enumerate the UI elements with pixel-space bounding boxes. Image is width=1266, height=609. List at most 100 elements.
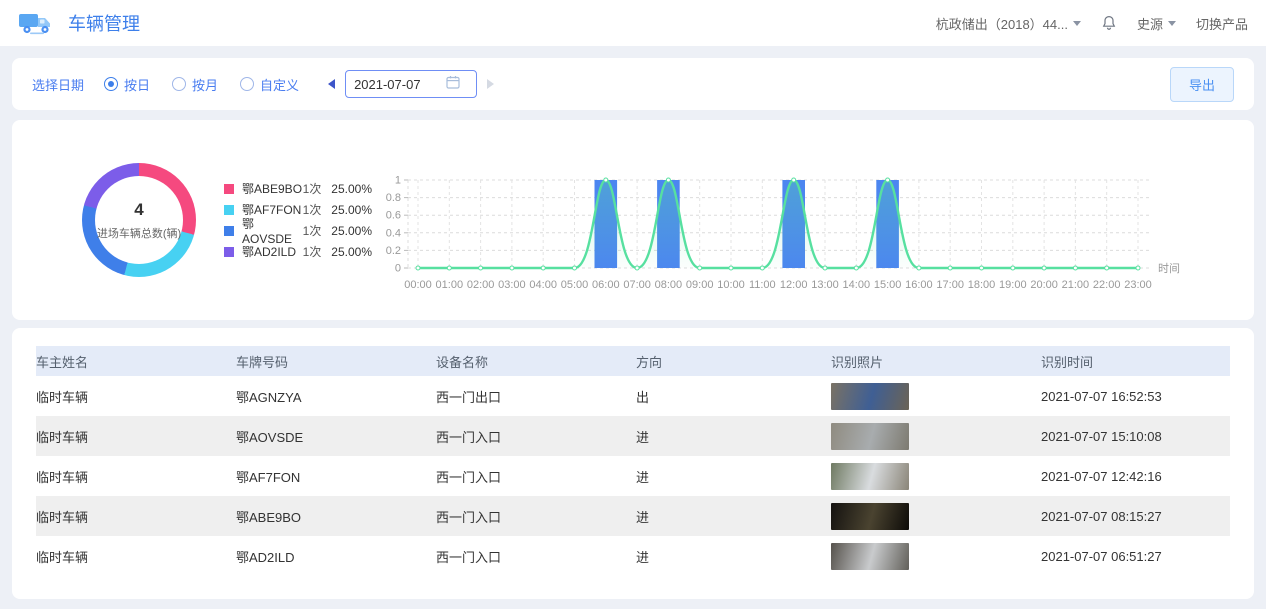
date-input[interactable] (354, 77, 446, 92)
donut-chart: 4 进场车辆总数(辆) (82, 163, 196, 277)
date-mode-radio-自定义[interactable]: 自定义 (240, 75, 299, 94)
device-name-cell: 西一门入口 (436, 496, 636, 536)
recognition-time-cell: 2021-07-07 08:15:27 (1041, 496, 1230, 536)
svg-text:10:00: 10:00 (717, 279, 745, 291)
table-header-row: 车主姓名 车牌号码 设备名称 方向 识别照片 识别时间 (36, 346, 1230, 376)
svg-text:23:00: 23:00 (1124, 279, 1152, 291)
legend-item[interactable]: 鄂AD2ILD1次25.00% (224, 241, 372, 262)
date-picker[interactable] (345, 70, 477, 98)
prev-date-arrow[interactable] (323, 79, 335, 89)
switch-product-link[interactable]: 切换产品 (1196, 14, 1248, 33)
svg-text:0.4: 0.4 (386, 227, 401, 239)
table-row: 临时车辆鄂AD2ILD西一门入口进2021-07-07 06:51:27 (36, 536, 1230, 576)
date-mode-radio-按月[interactable]: 按月 (172, 75, 218, 94)
svg-text:01:00: 01:00 (436, 279, 464, 291)
col-photo: 识别照片 (831, 346, 1041, 376)
owner-name-cell: 临时车辆 (36, 456, 236, 496)
org-selector[interactable]: 杭政储出（2018）44... (936, 14, 1081, 33)
legend-plate-label: 鄂ABE9BO (242, 180, 303, 197)
recognition-time-cell: 2021-07-07 12:42:16 (1041, 456, 1230, 496)
user-name: 史源 (1137, 14, 1163, 33)
table-row: 临时车辆鄂AF7FON西一门入口进2021-07-07 12:42:16 (36, 456, 1230, 496)
svg-text:13:00: 13:00 (811, 279, 839, 291)
col-time: 识别时间 (1041, 346, 1230, 376)
svg-text:00:00: 00:00 (404, 279, 432, 291)
svg-text:14:00: 14:00 (843, 279, 871, 291)
legend-item[interactable]: 鄂AOVSDE1次25.00% (224, 220, 372, 241)
legend-color-swatch (224, 226, 234, 236)
radio-icon (172, 77, 186, 91)
vehicle-photo[interactable] (831, 503, 909, 530)
export-button[interactable]: 导出 (1170, 67, 1234, 102)
vehicle-photo[interactable] (831, 383, 909, 410)
legend-count: 1次 (303, 222, 332, 239)
plate-number-cell: 鄂ABE9BO (236, 496, 436, 536)
svg-text:03:00: 03:00 (498, 279, 526, 291)
plate-number-cell: 鄂AD2ILD (236, 536, 436, 576)
app-header: 车辆管理 杭政储出（2018）44... 史源 切换产品 (0, 0, 1266, 46)
svg-text:1: 1 (395, 174, 401, 186)
svg-text:16:00: 16:00 (905, 279, 933, 291)
svg-text:04:00: 04:00 (529, 279, 557, 291)
device-name-cell: 西一门入口 (436, 456, 636, 496)
legend-count: 1次 (303, 180, 332, 197)
svg-text:0.8: 0.8 (386, 192, 401, 204)
owner-name-cell: 临时车辆 (36, 496, 236, 536)
hourly-traffic-chart: 00.20.40.60.8100:0001:0002:0003:0004:000… (372, 134, 1230, 307)
photo-cell (831, 536, 1041, 576)
svg-text:19:00: 19:00 (999, 279, 1027, 291)
vehicle-photo[interactable] (831, 423, 909, 450)
svg-text:0: 0 (395, 262, 401, 274)
legend-color-swatch (224, 247, 234, 257)
radio-label: 自定义 (260, 75, 299, 94)
device-name-cell: 西一门入口 (436, 536, 636, 576)
radio-label: 按月 (192, 75, 218, 94)
vehicle-photo[interactable] (831, 463, 909, 490)
svg-text:时间: 时间 (1158, 262, 1180, 275)
svg-text:15:00: 15:00 (874, 279, 902, 291)
next-date-arrow[interactable] (487, 79, 499, 89)
legend-percent: 25.00% (331, 182, 372, 196)
chevron-down-icon (1168, 21, 1176, 30)
legend-color-swatch (224, 205, 234, 215)
recognition-table: 车主姓名 车牌号码 设备名称 方向 识别照片 识别时间 临时车辆鄂AGNZYA西… (36, 346, 1230, 576)
svg-text:05:00: 05:00 (561, 279, 589, 291)
truck-icon (18, 10, 54, 36)
legend-plate-label: 鄂AD2ILD (242, 243, 303, 260)
table-row: 临时车辆鄂AOVSDE西一门入口进2021-07-07 15:10:08 (36, 416, 1230, 456)
photo-cell (831, 456, 1041, 496)
svg-text:12:00: 12:00 (780, 279, 808, 291)
svg-text:11:00: 11:00 (749, 279, 776, 291)
page-title: 车辆管理 (68, 10, 140, 36)
donut-legend: 鄂ABE9BO1次25.00%鄂AF7FON1次25.00%鄂AOVSDE1次2… (224, 178, 372, 262)
vehicle-photo[interactable] (831, 543, 909, 570)
date-mode-radio-按日[interactable]: 按日 (104, 75, 150, 94)
col-owner-name: 车主姓名 (36, 346, 236, 376)
recognition-table-card: 车主姓名 车牌号码 设备名称 方向 识别照片 识别时间 临时车辆鄂AGNZYA西… (12, 328, 1254, 599)
org-selector-label: 杭政储出（2018）44... (936, 14, 1068, 33)
svg-text:17:00: 17:00 (936, 279, 964, 291)
filter-bar: 选择日期 按日按月自定义 导出 (12, 58, 1254, 110)
svg-text:21:00: 21:00 (1062, 279, 1090, 291)
svg-text:09:00: 09:00 (686, 279, 714, 291)
table-row: 临时车辆鄂ABE9BO西一门入口进2021-07-07 08:15:27 (36, 496, 1230, 536)
device-name-cell: 西一门出口 (436, 376, 636, 416)
total-vehicles-label: 进场车辆总数(辆) (97, 225, 181, 241)
svg-text:07:00: 07:00 (623, 279, 651, 291)
recognition-time-cell: 2021-07-07 15:10:08 (1041, 416, 1230, 456)
user-menu[interactable]: 史源 (1137, 14, 1176, 33)
legend-item[interactable]: 鄂ABE9BO1次25.00% (224, 178, 372, 199)
col-direction: 方向 (636, 346, 831, 376)
svg-text:02:00: 02:00 (467, 279, 495, 291)
legend-plate-label: 鄂AOVSDE (242, 215, 303, 246)
col-plate-number: 车牌号码 (236, 346, 436, 376)
legend-percent: 25.00% (331, 203, 372, 217)
radio-label: 按日 (124, 75, 150, 94)
notification-bell-icon[interactable] (1101, 15, 1117, 31)
owner-name-cell: 临时车辆 (36, 416, 236, 456)
col-device-name: 设备名称 (436, 346, 636, 376)
svg-text:20:00: 20:00 (1030, 279, 1058, 291)
direction-cell: 进 (636, 456, 831, 496)
device-name-cell: 西一门入口 (436, 416, 636, 456)
statistics-panel: 4 进场车辆总数(辆) 鄂ABE9BO1次25.00%鄂AF7FON1次25.0… (12, 120, 1254, 320)
